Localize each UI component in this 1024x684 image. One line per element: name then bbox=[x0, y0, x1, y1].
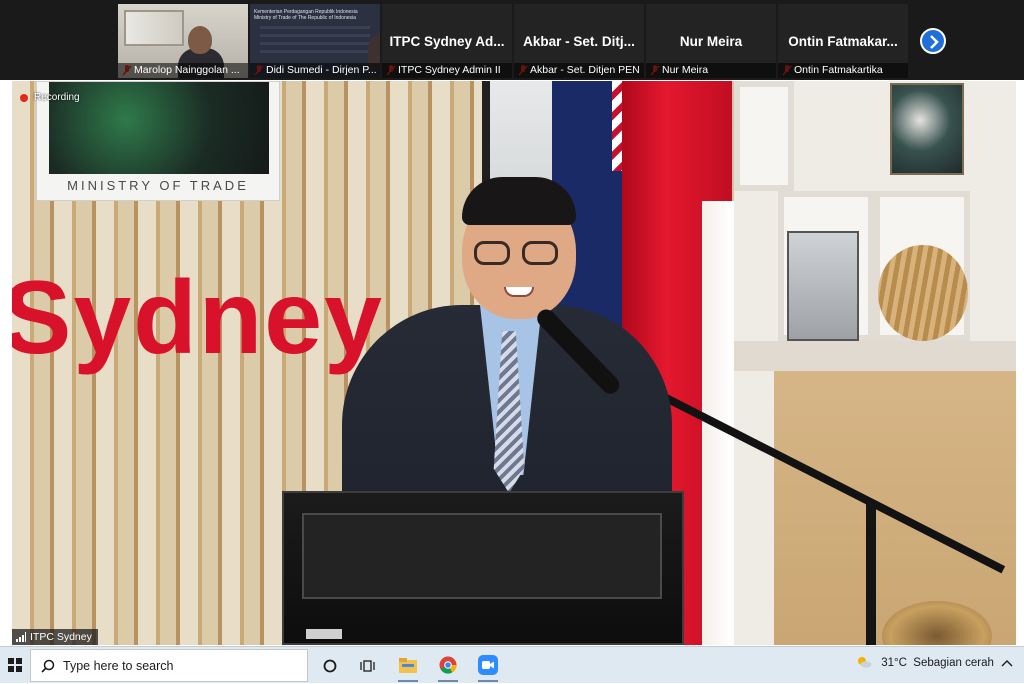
chrome-button[interactable] bbox=[430, 650, 466, 682]
participant-title: ITPC Sydney Ad... bbox=[389, 34, 505, 49]
next-participants-button[interactable] bbox=[920, 28, 946, 54]
main-video[interactable]: MINISTRY OF TRADE Sydney Recording ITPC … bbox=[12, 81, 1016, 645]
zoom-button[interactable] bbox=[470, 650, 506, 682]
partly-sunny-icon bbox=[858, 657, 872, 668]
participant-tile[interactable]: Kementerian Perdagangan Republik Indones… bbox=[250, 4, 380, 78]
chrome-icon bbox=[439, 656, 457, 674]
participant-name: Akbar - Set. Ditjen PEN bbox=[514, 63, 644, 78]
participant-name: Ontin Fatmakartika bbox=[778, 63, 908, 78]
participant-tile[interactable]: Ontin Fatmakar... Ontin Fatmakartika bbox=[778, 4, 908, 78]
file-explorer-icon bbox=[399, 658, 417, 673]
framed-painting bbox=[890, 83, 964, 175]
taskbar-search-box[interactable]: Type here to search bbox=[30, 649, 308, 682]
display-case bbox=[787, 231, 859, 341]
participant-tile[interactable]: Marolop Nainggolan ... bbox=[118, 4, 248, 78]
start-button[interactable] bbox=[0, 647, 30, 684]
participant-strip: Marolop Nainggolan ... Kementerian Perda… bbox=[0, 0, 1024, 80]
participant-name: Nur Meira bbox=[646, 63, 776, 78]
slide-content bbox=[260, 26, 370, 56]
slide-header-text: Kementerian Perdagangan Republik Indones… bbox=[254, 9, 358, 21]
participant-tile[interactable]: Nur Meira Nur Meira bbox=[646, 4, 776, 78]
participant-name: Didi Sumedi - Dirjen P... bbox=[250, 63, 380, 78]
search-placeholder: Type here to search bbox=[63, 659, 174, 673]
recording-dot-icon bbox=[20, 94, 28, 102]
recording-indicator: Recording bbox=[20, 91, 80, 105]
weather-text: Sebagian cerah bbox=[913, 657, 994, 669]
speaker-hair bbox=[462, 177, 576, 225]
participant-tile[interactable]: Akbar - Set. Ditj... Akbar - Set. Ditjen… bbox=[514, 4, 644, 78]
signal-bars-icon bbox=[16, 632, 26, 642]
plaque-screen bbox=[49, 82, 269, 174]
plaque-text: MINISTRY OF TRADE bbox=[67, 178, 249, 193]
participant-title: Ontin Fatmakar... bbox=[788, 34, 898, 49]
windows-start-icon bbox=[8, 658, 22, 672]
mic-stand-pole bbox=[866, 501, 876, 645]
podium bbox=[282, 491, 684, 645]
chevron-right-icon bbox=[930, 35, 939, 49]
cortana-icon bbox=[323, 659, 337, 673]
woven-basket bbox=[878, 245, 968, 341]
search-icon bbox=[41, 659, 55, 673]
recording-label: Recording bbox=[34, 92, 80, 103]
participant-title: Akbar - Set. Ditj... bbox=[523, 34, 635, 49]
speaker-name-label: ITPC Sydney bbox=[12, 629, 98, 645]
participant-head bbox=[188, 26, 212, 54]
weather-temp: 31°C bbox=[881, 657, 907, 669]
chevron-up-icon[interactable] bbox=[1000, 657, 1014, 671]
participant-name: ITPC Sydney Admin II bbox=[382, 63, 512, 78]
participant-title: Nur Meira bbox=[679, 34, 743, 49]
glasses-right bbox=[522, 241, 558, 265]
glasses-left bbox=[474, 241, 510, 265]
task-view-icon bbox=[360, 660, 375, 672]
cortana-button[interactable] bbox=[312, 650, 348, 681]
participant-name: Marolop Nainggolan ... bbox=[118, 63, 248, 78]
background-window bbox=[124, 10, 184, 46]
participant-tile[interactable]: ITPC Sydney Ad... ITPC Sydney Admin II bbox=[382, 4, 512, 78]
wall-sign-text: Sydney bbox=[12, 260, 384, 376]
taskbar: Type here to search 31°C Sebagian cerah bbox=[0, 646, 1024, 683]
weather-widget[interactable]: 31°C Sebagian cerah bbox=[856, 656, 994, 669]
task-view-button[interactable] bbox=[350, 650, 386, 681]
zoom-icon bbox=[478, 655, 498, 675]
file-explorer-button[interactable] bbox=[390, 650, 426, 682]
